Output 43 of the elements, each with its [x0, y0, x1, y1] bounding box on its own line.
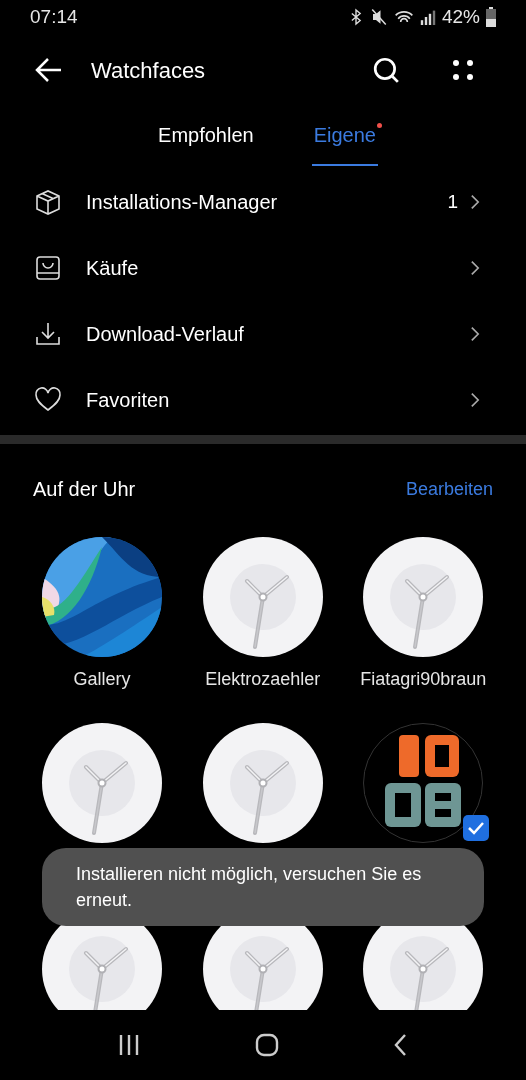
menu-item[interactable]: Käufe — [0, 235, 526, 301]
watch-face-name: Gallery — [73, 668, 131, 691]
signal-icon — [419, 8, 436, 26]
back-icon[interactable] — [394, 1033, 409, 1057]
edit-link[interactable]: Bearbeiten — [405, 475, 493, 503]
chevron-icon — [470, 193, 480, 211]
watch-face-drawing[interactable] — [363, 537, 484, 657]
section-title: Auf der Uhr — [33, 477, 136, 502]
bag-icon — [34, 254, 62, 282]
back-icon[interactable] — [34, 56, 64, 84]
error-toast: Installieren nicht möglich, versuchen Sie es erneut. — [42, 848, 484, 926]
menu-item[interactable]: Download-Verlauf — [0, 301, 526, 367]
home-icon[interactable] — [255, 1033, 279, 1057]
more-icon[interactable] — [452, 59, 474, 81]
menu-label: Installations-Manager — [86, 190, 279, 215]
window-title: Watchfaces — [91, 56, 207, 85]
search-icon[interactable] — [372, 56, 400, 84]
watch-face-drawing[interactable] — [202, 537, 323, 657]
watch-face-name: Elektrozaehler — [205, 668, 321, 691]
battery-percent: 42% — [441, 4, 480, 29]
checkbox-icon[interactable] — [463, 815, 490, 841]
box-icon — [34, 188, 62, 216]
menu-label: Download-Verlauf — [86, 322, 245, 347]
download-icon — [34, 320, 62, 348]
watch-face-drawing[interactable] — [42, 723, 162, 843]
battery-icon — [486, 7, 496, 27]
menu-item[interactable]: Installations-Manager 1 — [0, 169, 526, 235]
tab[interactable]: Empfohlen — [156, 106, 256, 166]
tab[interactable]: Eigene — [311, 106, 378, 166]
digital-watch-face-drawing[interactable] — [363, 723, 484, 843]
menu-label: Käufe — [86, 256, 140, 281]
chevron-icon — [470, 259, 480, 277]
chevron-icon — [470, 391, 480, 409]
heart-icon — [34, 386, 62, 414]
watch-face-name: Fiatagri90braun — [360, 668, 487, 691]
watch-face-drawing[interactable] — [202, 723, 323, 843]
menu-item[interactable]: Favoriten — [0, 367, 526, 433]
menu-label: Favoriten — [86, 388, 171, 413]
recent-apps-icon[interactable] — [117, 1033, 140, 1057]
mute-icon — [369, 8, 388, 26]
count-label: 1 — [447, 189, 458, 214]
status-time: 07:14 — [30, 4, 78, 29]
chevron-icon — [470, 325, 480, 343]
